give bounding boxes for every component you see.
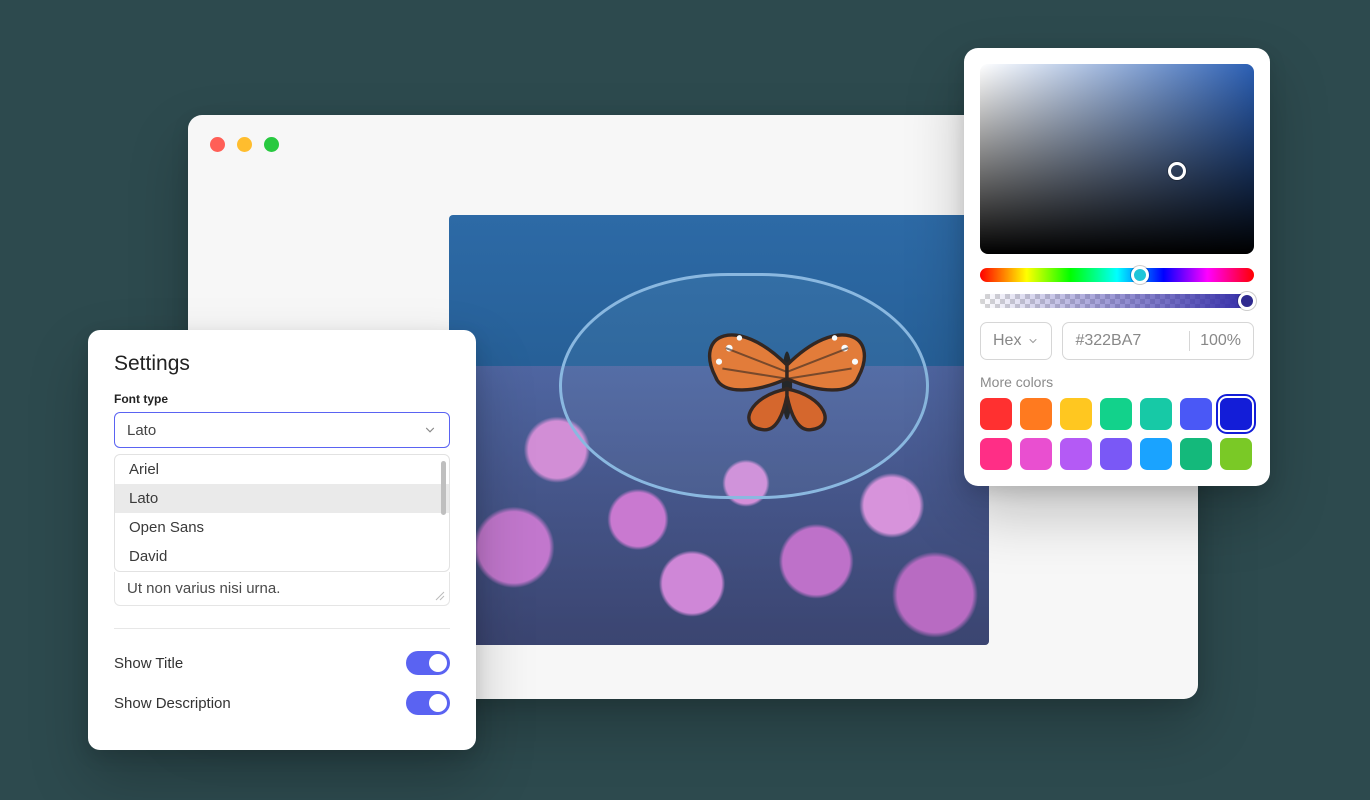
color-swatch[interactable] (980, 438, 1012, 470)
swatch-grid (980, 398, 1254, 470)
hero-image[interactable] (449, 215, 989, 645)
settings-title: Settings (114, 352, 450, 376)
color-picker-panel: Hex #322BA7 100% More colors (964, 48, 1270, 486)
color-swatch[interactable] (1140, 398, 1172, 430)
hex-value: #322BA7 (1075, 332, 1179, 350)
textarea-value: Ut non varius nisi urna. (127, 580, 280, 597)
color-swatch[interactable] (1100, 398, 1132, 430)
color-swatch[interactable] (1100, 438, 1132, 470)
chevron-down-icon (423, 423, 437, 437)
color-swatch[interactable] (1180, 398, 1212, 430)
toggle-row-show-description: Show Description (114, 683, 450, 723)
color-swatch[interactable] (1060, 438, 1092, 470)
dropdown-scrollbar[interactable] (441, 461, 446, 515)
traffic-lights (210, 137, 279, 152)
selection-highlight[interactable] (559, 273, 929, 499)
description-textarea[interactable]: Ut non varius nisi urna. (114, 572, 450, 606)
font-select-value: Lato (127, 422, 156, 439)
font-select[interactable]: Lato (114, 412, 450, 448)
show-description-toggle[interactable] (406, 691, 450, 715)
input-divider (1189, 331, 1190, 351)
settings-panel: Settings Font type Lato Ariel Lato Open … (88, 330, 476, 750)
color-swatch[interactable] (1220, 438, 1252, 470)
more-colors-label: More colors (980, 374, 1254, 390)
hue-slider[interactable] (980, 268, 1254, 282)
color-swatch[interactable] (1020, 398, 1052, 430)
toggle-label: Show Title (114, 655, 183, 672)
toggle-label: Show Description (114, 695, 231, 712)
color-input-row: Hex #322BA7 100% (980, 322, 1254, 360)
show-title-toggle[interactable] (406, 651, 450, 675)
color-swatch[interactable] (980, 398, 1012, 430)
hex-input[interactable]: #322BA7 100% (1062, 322, 1254, 360)
toggle-row-show-title: Show Title (114, 643, 450, 683)
close-window-icon[interactable] (210, 137, 225, 152)
font-option[interactable]: Lato (115, 484, 449, 513)
color-format-select[interactable]: Hex (980, 322, 1052, 360)
maximize-window-icon[interactable] (264, 137, 279, 152)
font-type-label: Font type (114, 392, 450, 406)
color-swatch[interactable] (1020, 438, 1052, 470)
font-option[interactable]: David (115, 542, 449, 571)
font-option[interactable]: Ariel (115, 455, 449, 484)
color-format-value: Hex (993, 332, 1021, 350)
font-dropdown: Ariel Lato Open Sans David (114, 454, 450, 572)
resize-handle-icon[interactable] (435, 591, 445, 601)
opacity-value: 100% (1200, 332, 1241, 350)
hue-thumb[interactable] (1131, 266, 1149, 284)
color-swatch[interactable] (1140, 438, 1172, 470)
color-cursor[interactable] (1168, 162, 1186, 180)
chevron-down-icon (1027, 335, 1039, 347)
alpha-slider[interactable] (980, 294, 1254, 308)
color-swatch[interactable] (1060, 398, 1092, 430)
color-swatch[interactable] (1180, 438, 1212, 470)
font-option[interactable]: Open Sans (115, 513, 449, 542)
minimize-window-icon[interactable] (237, 137, 252, 152)
color-swatch[interactable] (1220, 398, 1252, 430)
alpha-thumb[interactable] (1238, 292, 1256, 310)
divider (114, 628, 450, 629)
saturation-brightness-area[interactable] (980, 64, 1254, 254)
